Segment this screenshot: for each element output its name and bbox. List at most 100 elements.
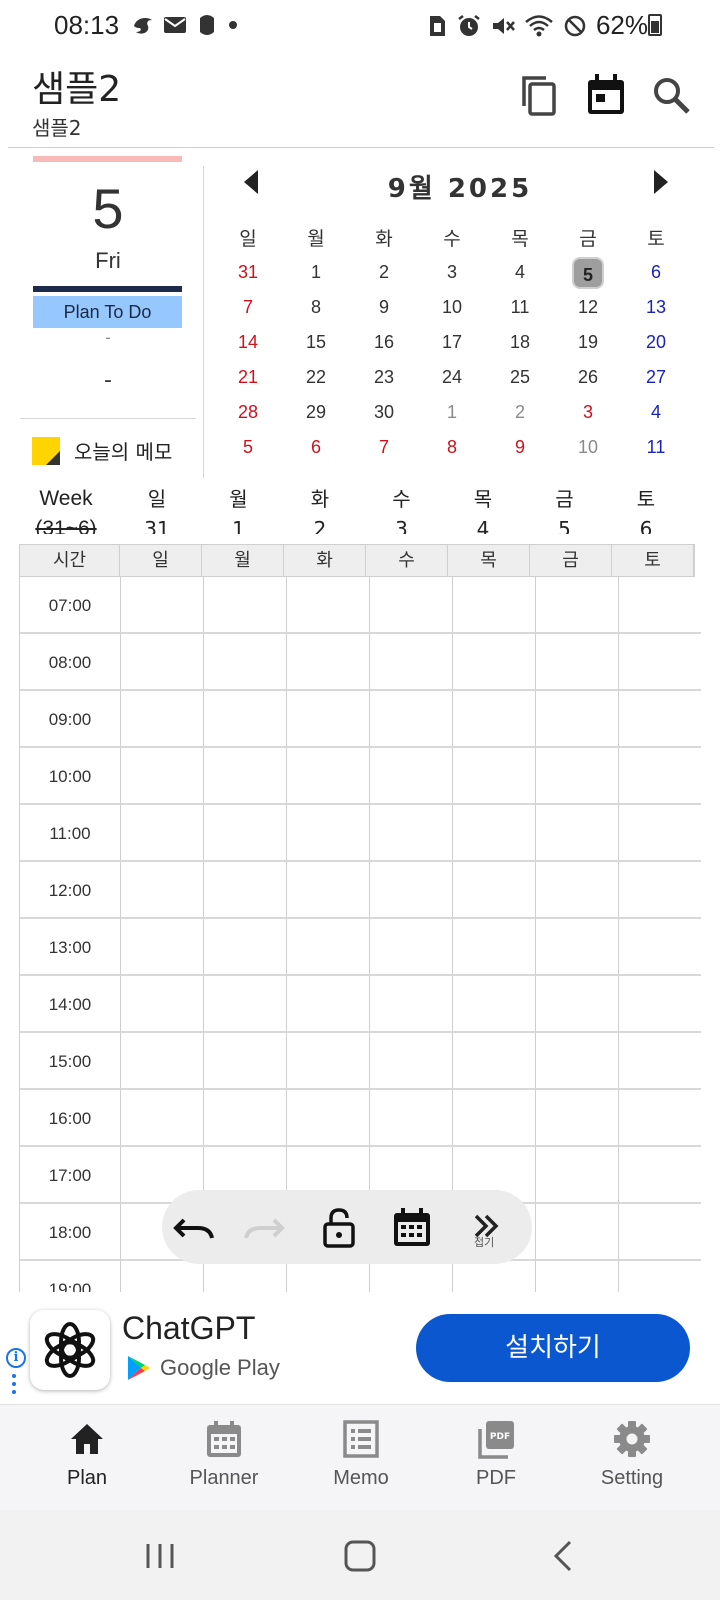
time-slot[interactable] (121, 634, 204, 691)
unlock-icon[interactable] (317, 1206, 361, 1250)
time-slot[interactable] (536, 862, 619, 919)
time-slot[interactable] (121, 748, 204, 805)
time-slot[interactable] (619, 1261, 701, 1292)
time-slot[interactable] (287, 976, 370, 1033)
calendar-day[interactable]: 5 (214, 430, 282, 465)
time-slot[interactable] (287, 805, 370, 862)
month-title[interactable]: 9월 2025 (210, 168, 710, 205)
calendar-day[interactable]: 12 (554, 290, 622, 325)
time-slot[interactable] (204, 748, 287, 805)
calendar-day[interactable]: 15 (282, 325, 350, 360)
today-memo-button[interactable]: 오늘의 메모 (32, 436, 172, 465)
time-slot[interactable] (121, 862, 204, 919)
install-button[interactable]: 설치하기 (416, 1314, 690, 1382)
time-slot[interactable] (287, 691, 370, 748)
time-slot[interactable] (453, 577, 536, 634)
calendar-day[interactable]: 19 (554, 325, 622, 360)
time-slot[interactable] (287, 634, 370, 691)
time-slot[interactable] (619, 919, 701, 976)
calendar-day[interactable]: 9 (350, 290, 418, 325)
time-slot[interactable] (287, 1261, 370, 1292)
calendar-day[interactable]: 8 (282, 290, 350, 325)
calendar-day[interactable]: 24 (418, 360, 486, 395)
home-button-icon[interactable] (338, 1534, 382, 1578)
plan-to-do-label[interactable]: Plan To Do (33, 296, 182, 328)
time-slot[interactable] (619, 862, 701, 919)
week-day-column[interactable]: 목4 (442, 484, 524, 534)
time-slot[interactable] (453, 805, 536, 862)
calendar-day[interactable]: 11 (486, 290, 554, 325)
calendar-day[interactable]: 4 (486, 255, 554, 290)
calendar-day[interactable]: 31 (214, 255, 282, 290)
nav-setting[interactable]: Setting (572, 1419, 692, 1490)
time-slot[interactable] (287, 862, 370, 919)
time-slot[interactable] (536, 1033, 619, 1090)
selected-day-number[interactable]: 5 (20, 176, 196, 241)
time-slot[interactable] (204, 862, 287, 919)
week-day-column[interactable]: 일 31 (116, 484, 198, 534)
calendar-day[interactable]: 26 (554, 360, 622, 395)
time-slot[interactable] (619, 1147, 701, 1204)
time-slot[interactable] (121, 919, 204, 976)
ad-info-icon[interactable]: i (6, 1348, 26, 1368)
time-slot[interactable] (121, 691, 204, 748)
time-slot[interactable] (204, 805, 287, 862)
time-slot[interactable] (536, 1204, 619, 1261)
time-slot[interactable] (453, 1261, 536, 1292)
calendar-day[interactable]: 28 (214, 395, 282, 430)
week-day-column[interactable]: 화2 (279, 484, 361, 534)
calendar-day[interactable]: 7 (214, 290, 282, 325)
calendar-day[interactable]: 10 (418, 290, 486, 325)
more-icon[interactable]: 접기 (468, 1206, 512, 1250)
time-slot[interactable] (619, 748, 701, 805)
time-slot[interactable] (121, 1033, 204, 1090)
time-slot[interactable] (204, 1261, 287, 1292)
time-slot[interactable] (536, 1147, 619, 1204)
calendar-day[interactable]: 18 (486, 325, 554, 360)
calendar-day[interactable]: 23 (350, 360, 418, 395)
time-slot[interactable] (121, 1261, 204, 1292)
calendar-day[interactable]: 13 (622, 290, 690, 325)
time-slot[interactable] (536, 748, 619, 805)
time-slot[interactable] (453, 748, 536, 805)
redo-icon[interactable] (242, 1206, 286, 1250)
time-slot[interactable] (370, 919, 453, 976)
calendar-day[interactable]: 11 (622, 430, 690, 465)
time-slot[interactable] (453, 862, 536, 919)
plan-item-placeholder[interactable]: - (20, 368, 196, 393)
time-slot[interactable] (287, 577, 370, 634)
calendar-day[interactable]: 17 (418, 325, 486, 360)
calendar-day[interactable]: 21 (214, 360, 282, 395)
calendar-day[interactable]: 14 (214, 325, 282, 360)
time-slot[interactable] (287, 1090, 370, 1147)
time-slot[interactable] (370, 1261, 453, 1292)
time-slot[interactable] (453, 976, 536, 1033)
calendar-day[interactable]: 10 (554, 430, 622, 465)
time-slot[interactable] (121, 1090, 204, 1147)
undo-icon[interactable] (172, 1206, 216, 1250)
calendar-day-selected[interactable]: 5 (554, 255, 622, 290)
time-slot[interactable] (370, 976, 453, 1033)
week-day-column[interactable]: 수3 (361, 484, 443, 534)
time-slot[interactable] (204, 919, 287, 976)
time-slot[interactable] (536, 1090, 619, 1147)
time-slot[interactable] (121, 805, 204, 862)
time-slot[interactable] (619, 691, 701, 748)
back-icon[interactable] (542, 1534, 586, 1578)
time-slot[interactable] (204, 1090, 287, 1147)
calendar-day[interactable]: 4 (622, 395, 690, 430)
time-slot[interactable] (287, 919, 370, 976)
time-slot[interactable] (619, 1033, 701, 1090)
week-label[interactable]: Week (31~6) (20, 484, 112, 534)
calendar-day[interactable]: 27 (622, 360, 690, 395)
ad-options-icon[interactable] (12, 1374, 16, 1398)
time-slot[interactable] (453, 1090, 536, 1147)
time-slot[interactable] (370, 691, 453, 748)
week-day-column[interactable]: 토6 (605, 484, 687, 534)
calendar-day[interactable]: 6 (282, 430, 350, 465)
time-slot[interactable] (536, 1261, 619, 1292)
week-day-column[interactable]: 월1 (198, 484, 280, 534)
time-slot[interactable] (121, 976, 204, 1033)
calendar-day[interactable]: 3 (418, 255, 486, 290)
week-day-column[interactable]: 금5 (524, 484, 606, 534)
